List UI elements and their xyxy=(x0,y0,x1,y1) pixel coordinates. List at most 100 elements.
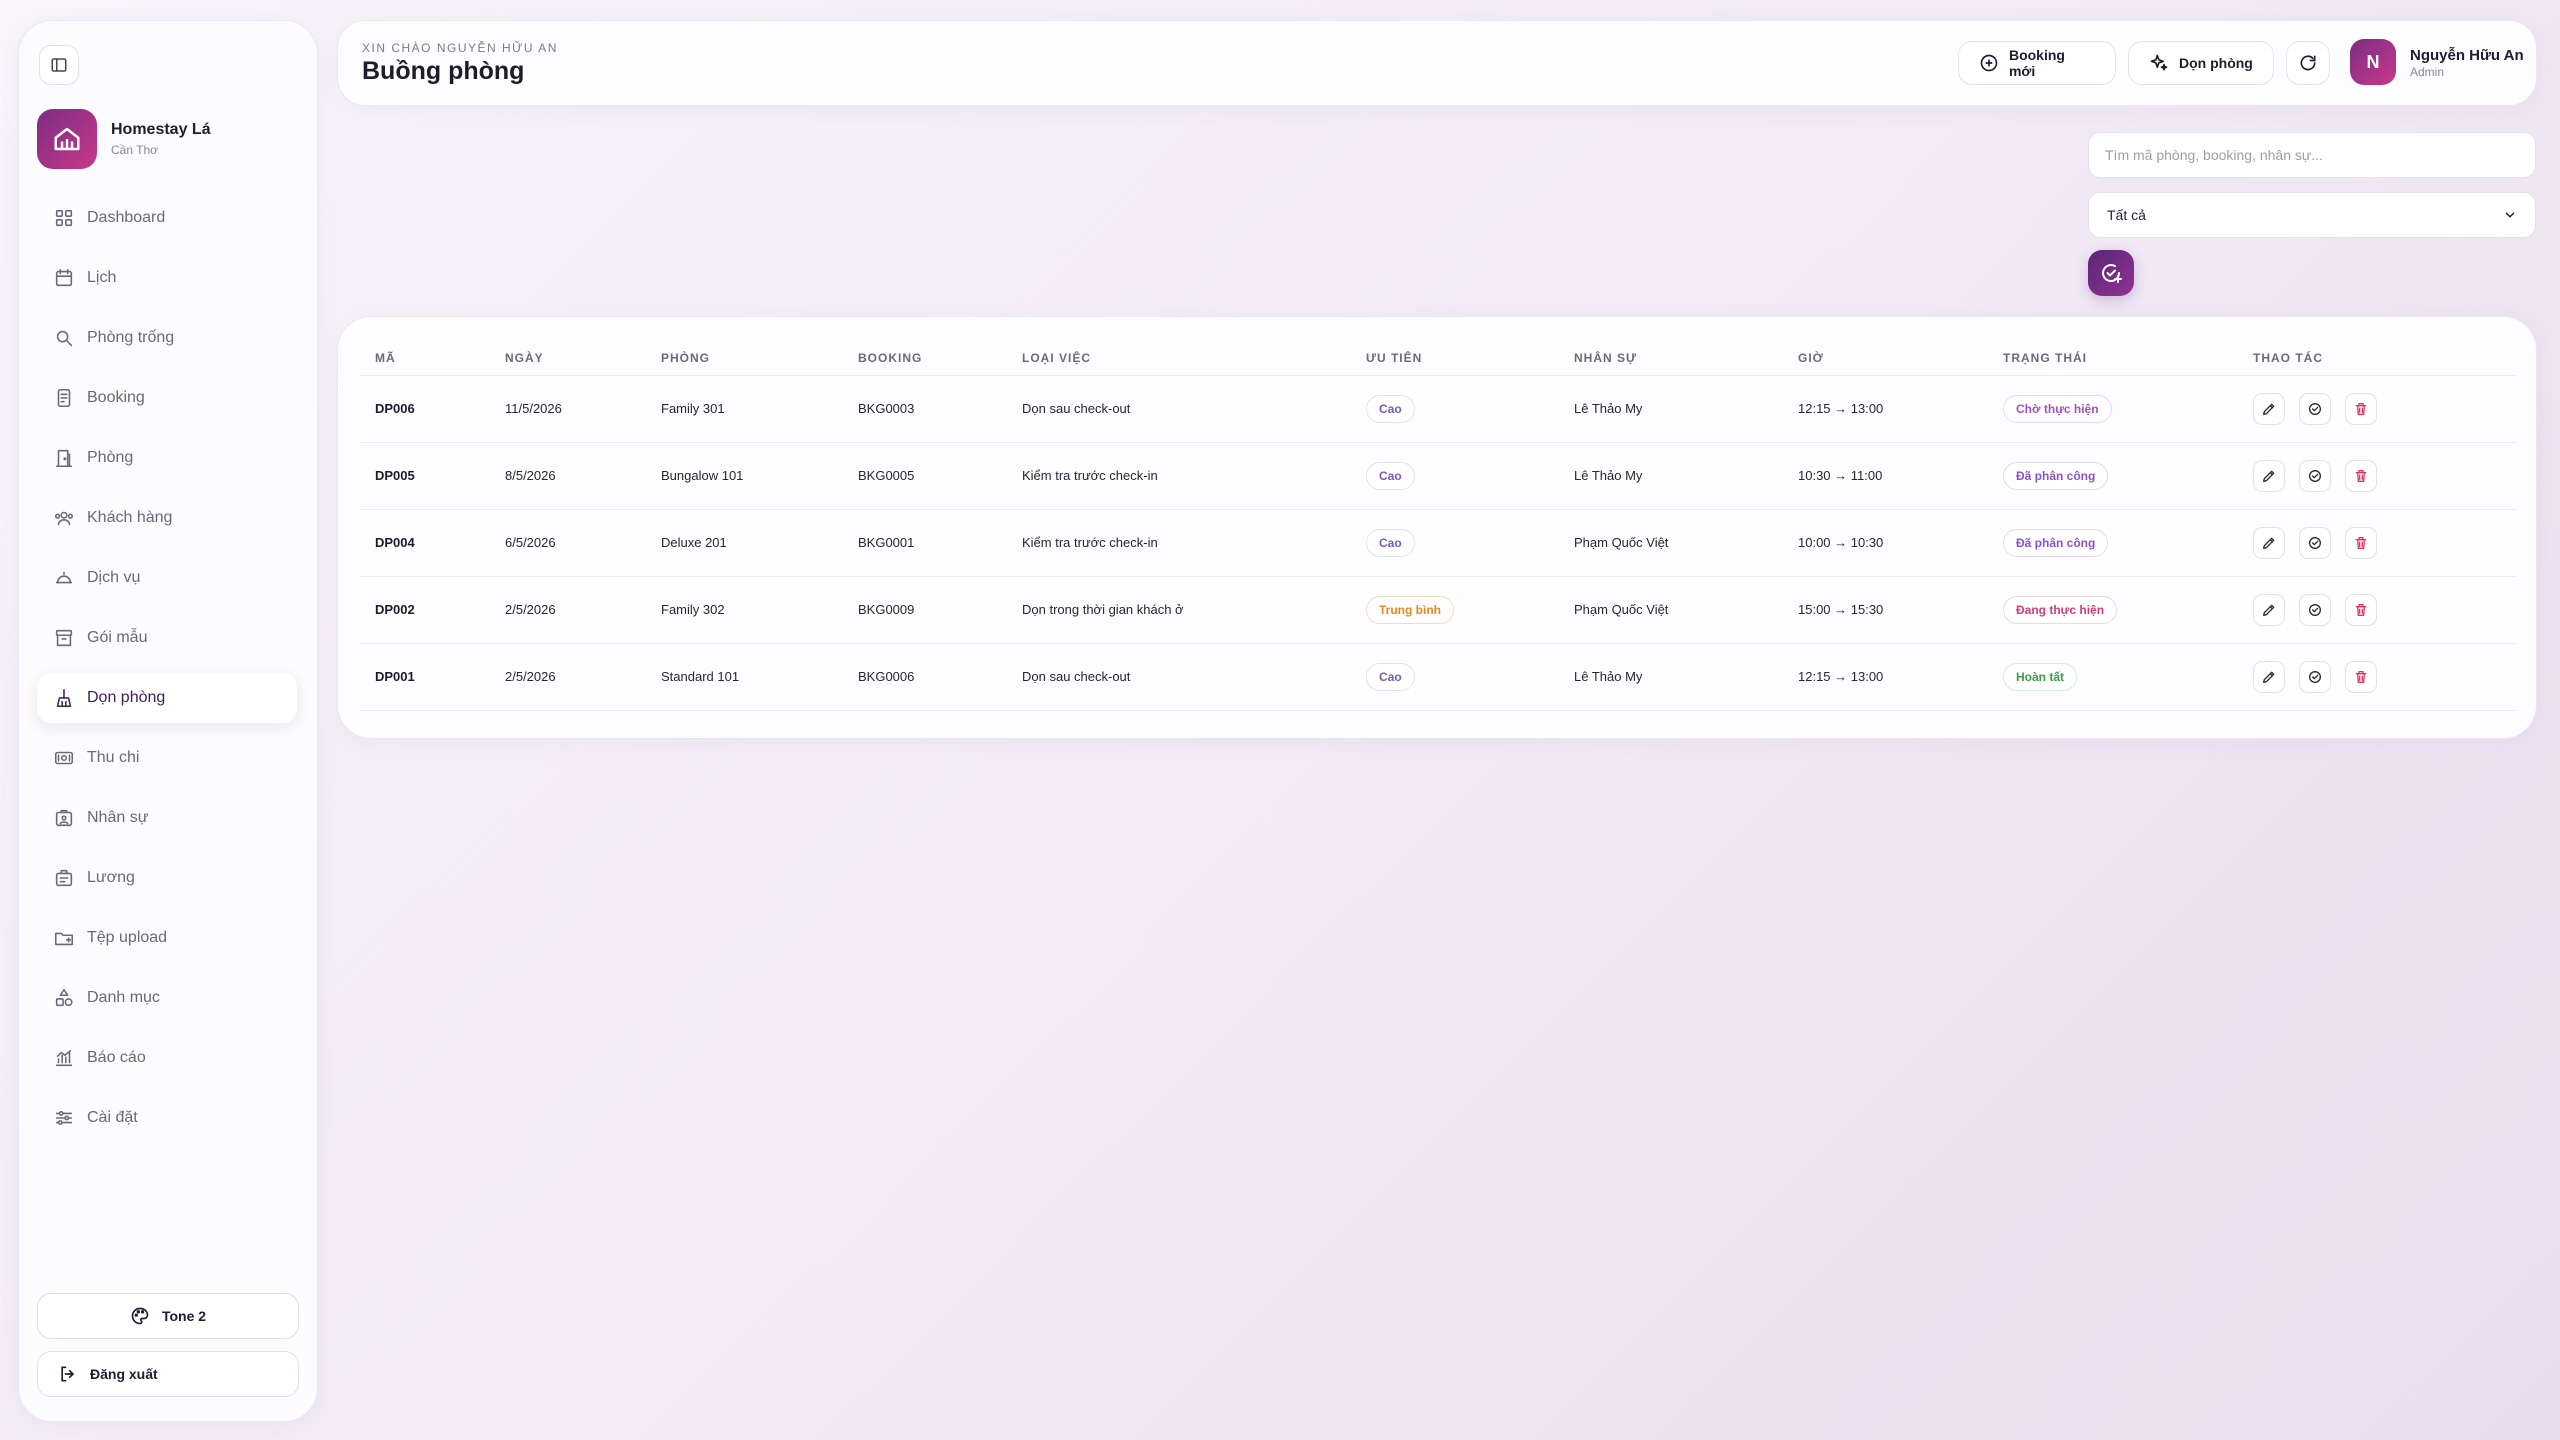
edit-button[interactable] xyxy=(2253,459,2285,492)
delete-button[interactable] xyxy=(2345,526,2377,559)
delete-button[interactable] xyxy=(2345,459,2377,492)
sidebar-item-phong-trong[interactable]: Phòng trống xyxy=(37,313,297,363)
complete-button[interactable] xyxy=(2299,459,2331,492)
cell-time: 12:15 → 13:00 xyxy=(1783,643,1988,711)
new-booking-button[interactable]: Booking mới xyxy=(1958,41,2116,85)
cell-time: 10:30 → 11:00 xyxy=(1783,442,1988,510)
status-badge: Chờ thực hiện xyxy=(2003,394,2112,423)
sidebar-item-don-phong[interactable]: Dọn phòng xyxy=(37,673,297,723)
sidebar-item-thu-chi[interactable]: Thu chi xyxy=(37,733,297,783)
edit-icon xyxy=(2263,403,2275,415)
complete-button[interactable] xyxy=(2299,526,2331,559)
priority-badge: Cao xyxy=(1366,528,1415,557)
cell-priority: Cao xyxy=(1351,643,1559,711)
logout-button[interactable]: Đăng xuất xyxy=(37,1351,299,1397)
cell-code: DP005 xyxy=(360,442,490,510)
cell-status: Hoàn tất xyxy=(1988,643,2238,711)
sidebar-item-label: Phòng xyxy=(87,449,134,466)
user-name: Nguyễn Hữu An xyxy=(2410,47,2524,64)
delete-button[interactable] xyxy=(2345,392,2377,425)
cell-room: Family 301 xyxy=(646,375,843,443)
search-icon xyxy=(56,330,73,347)
delete-button[interactable] xyxy=(2345,593,2377,626)
complete-button[interactable] xyxy=(2299,392,2331,425)
cell-code: DP002 xyxy=(360,576,490,644)
edit-icon xyxy=(2263,470,2275,482)
sidebar-item-lich[interactable]: Lịch xyxy=(37,253,297,303)
trash-icon xyxy=(2355,469,2367,482)
status-badge: Đã phân công xyxy=(2003,461,2109,490)
sidebar-item-dich-vu[interactable]: Dịch vụ xyxy=(37,553,297,603)
sparkles-icon xyxy=(2150,54,2168,71)
cell-date: 6/5/2026 xyxy=(490,509,646,577)
cell-task-type: Dọn sau check-out xyxy=(1007,643,1351,711)
cell-priority: Cao xyxy=(1351,375,1559,443)
edit-button[interactable] xyxy=(2253,660,2285,693)
search-input[interactable] xyxy=(2088,132,2536,178)
tone-button[interactable]: Tone 2 xyxy=(37,1293,299,1339)
brand-location: Cần Thơ xyxy=(111,143,159,157)
column-header-time: GIỜ xyxy=(1783,341,1988,376)
cell-code: DP006 xyxy=(360,375,490,443)
check-circle-icon xyxy=(2309,469,2321,482)
sidebar-item-goi-mau[interactable]: Gói mẫu xyxy=(37,613,297,663)
cell-room: Standard 101 xyxy=(646,643,843,711)
sidebar-item-bao-cao[interactable]: Báo cáo xyxy=(37,1033,297,1083)
sidebar-item-khach-hang[interactable]: Khách hàng xyxy=(37,493,297,543)
status-filter-select[interactable]: Tất cả xyxy=(2088,192,2536,238)
sidebar-item-luong[interactable]: Lương xyxy=(37,853,297,903)
folder-icon xyxy=(54,932,74,946)
priority-badge: Cao xyxy=(1366,662,1415,691)
cell-room: Deluxe 201 xyxy=(646,509,843,577)
logout-icon xyxy=(61,1366,75,1382)
sidebar-item-tep-upload[interactable]: Tệp upload xyxy=(37,913,297,963)
delete-button[interactable] xyxy=(2345,660,2377,693)
status-badge: Hoàn tất xyxy=(2003,662,2077,691)
check-circle-icon xyxy=(2309,536,2321,549)
check-circle-plus-icon xyxy=(2102,264,2122,283)
edit-button[interactable] xyxy=(2253,526,2285,559)
cell-booking: BKG0003 xyxy=(843,375,1007,443)
edit-button[interactable] xyxy=(2253,593,2285,626)
table-row: DP002 2/5/2026 Family 302 BKG0009 Dọn trong … xyxy=(360,576,2516,644)
sidebar-item-dashboard[interactable]: Dashboard xyxy=(37,193,297,243)
sidebar-collapse-button[interactable] xyxy=(39,45,79,85)
cell-priority: Cao xyxy=(1351,442,1559,510)
sidebar-item-cai-dat[interactable]: Cài đặt xyxy=(37,1093,297,1143)
id-card-icon xyxy=(55,809,73,827)
edit-button[interactable] xyxy=(2253,392,2285,425)
user-avatar[interactable]: N xyxy=(2350,39,2396,85)
sidebar-item-danh-muc[interactable]: Danh mục xyxy=(37,973,297,1023)
money-icon xyxy=(54,751,74,765)
add-cleaning-task-button[interactable] xyxy=(2088,250,2134,296)
sidebar-item-booking[interactable]: Booking xyxy=(37,373,297,423)
refresh-button[interactable] xyxy=(2286,41,2330,85)
column-header-priority: ƯU TIÊN xyxy=(1351,341,1559,376)
cell-code: DP004 xyxy=(360,509,490,577)
cloche-icon xyxy=(55,571,73,584)
cell-staff: Lê Thảo My xyxy=(1559,375,1783,443)
trash-icon xyxy=(2355,402,2367,415)
cell-task-type: Dọn trong thời gian khách ở xyxy=(1007,576,1351,644)
complete-button[interactable] xyxy=(2299,593,2331,626)
sidebar-item-nhan-su[interactable]: Nhân sự xyxy=(37,793,297,843)
sidebar-item-label: Danh mục xyxy=(87,989,160,1006)
sidebar-item-label: Dọn phòng xyxy=(87,689,166,706)
sidebar-item-phong[interactable]: Phòng xyxy=(37,433,297,483)
table-header-row: MÃ NGÀY PHÒNG BOOKING LOẠI VIỆC ƯU TIÊN NHÂN S… xyxy=(360,341,2516,376)
cell-actions xyxy=(2238,375,2516,443)
cell-priority: Trung bình xyxy=(1351,576,1559,644)
cell-time: 12:15 → 13:00 xyxy=(1783,375,1988,443)
door-icon xyxy=(55,449,73,468)
column-header-staff: NHÂN SỰ xyxy=(1559,341,1783,376)
cell-booking: BKG0006 xyxy=(843,643,1007,711)
column-header-status: TRẠNG THÁI xyxy=(1988,341,2238,376)
broom-icon xyxy=(56,688,72,708)
cell-task-type: Kiểm tra trước check-in xyxy=(1007,509,1351,577)
cell-actions xyxy=(2238,442,2516,510)
cell-staff: Lê Thảo My xyxy=(1559,643,1783,711)
cell-date: 11/5/2026 xyxy=(490,375,646,443)
complete-button[interactable] xyxy=(2299,660,2331,693)
brand: Homestay Lá Cần Thơ xyxy=(37,109,211,169)
clean-room-button[interactable]: Dọn phòng xyxy=(2128,41,2274,85)
